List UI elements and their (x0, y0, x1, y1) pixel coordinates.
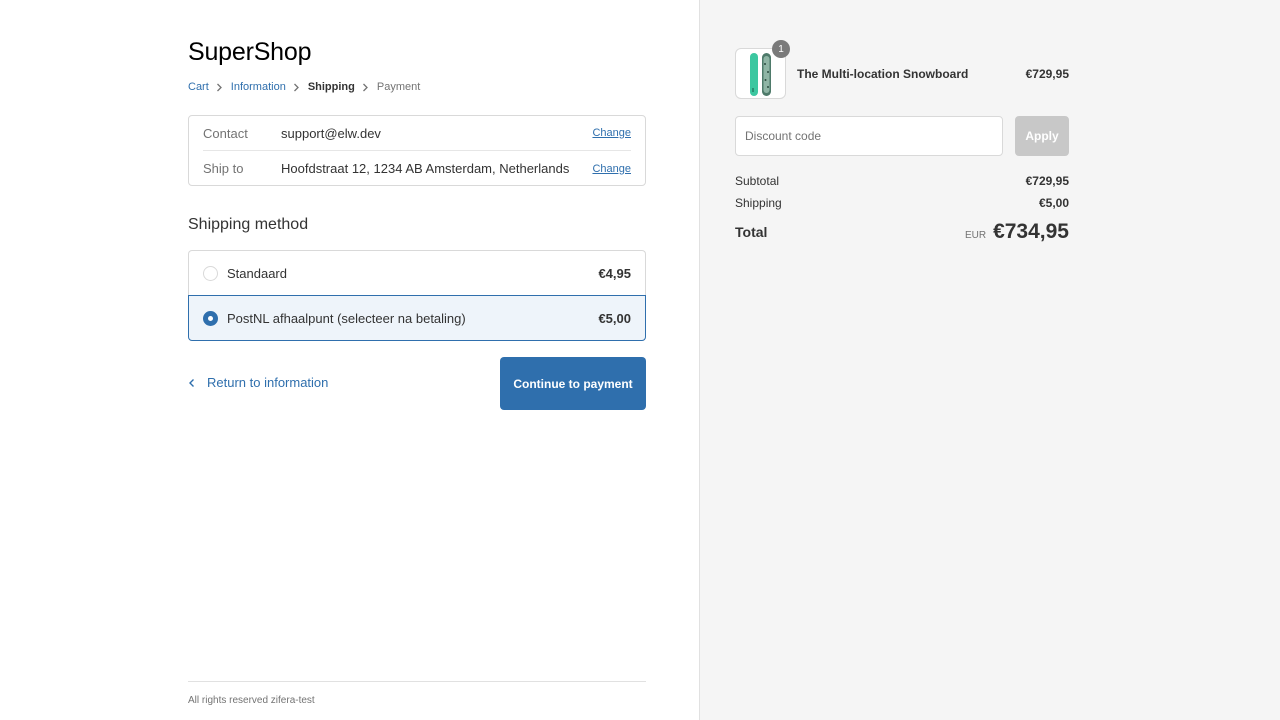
breadcrumb-information[interactable]: Information (231, 81, 286, 93)
chevron-right-icon (209, 83, 231, 92)
footer-text: All rights reserved zifera-test (188, 695, 315, 706)
shipping-methods: Standaard €4,95 PostNL afhaalpunt (selec… (188, 250, 646, 341)
total-label: Total (735, 224, 768, 240)
contact-label: Contact (203, 125, 248, 141)
continue-to-payment-button[interactable]: Continue to payment (500, 357, 646, 410)
shipping-option-price: €4,95 (598, 266, 631, 281)
currency-code: EUR (964, 229, 987, 241)
total-value-group: EUR €734,95 (965, 220, 1069, 244)
radio-button-checked[interactable] (203, 310, 218, 326)
checkout-main: SuperShop Cart Information Shipping Paym… (0, 0, 699, 720)
review-ship-to-row: Ship to Hoofdstraat 12, 1234 AB Amsterda… (203, 151, 631, 186)
shipping-cost-label: Shipping (735, 196, 782, 210)
radio-button[interactable] (203, 266, 218, 281)
change-contact-link[interactable]: Change (592, 127, 631, 139)
shipping-option-label: Standaard (227, 266, 287, 281)
chevron-right-icon (355, 83, 377, 92)
shipping-option-postnl[interactable]: PostNL afhaalpunt (selecteer na betaling… (188, 295, 646, 341)
contact-value: support@elw.dev (281, 125, 381, 141)
order-summary-sidebar (699, 0, 1280, 720)
product-price: €729,95 (1025, 66, 1069, 81)
shipping-option-standaard[interactable]: Standaard €4,95 (188, 250, 646, 296)
footer-divider (188, 681, 646, 682)
shipping-method-title: Shipping method (188, 216, 309, 233)
shipping-row: Shipping €5,00 (735, 196, 1069, 210)
product-name: The Multi-location Snowboard (797, 66, 969, 81)
review-block: Contact support@elw.dev Change Ship to H… (188, 115, 646, 186)
shipping-option-price: €5,00 (598, 310, 631, 326)
breadcrumb-cart[interactable]: Cart (188, 81, 209, 93)
ship-to-value: Hoofdstraat 12, 1234 AB Amsterdam, Nethe… (281, 161, 570, 176)
breadcrumb-shipping: Shipping (307, 81, 355, 93)
product-thumbnail: 1 (735, 40, 790, 99)
change-ship-to-link[interactable]: Change (592, 163, 631, 175)
review-contact-row: Contact support@elw.dev Change (203, 116, 631, 151)
discount-code-input[interactable] (735, 116, 1003, 156)
return-to-information-link[interactable]: Return to information (188, 375, 328, 390)
snowboard-image-icon (750, 53, 771, 96)
chevron-right-icon (286, 83, 308, 92)
breadcrumb: Cart Information Shipping Payment (188, 80, 420, 94)
shipping-cost-value: €5,00 (1038, 196, 1069, 210)
total-amount: €734,95 (993, 220, 1069, 243)
ship-to-label: Ship to (203, 161, 244, 176)
breadcrumb-payment: Payment (376, 81, 421, 93)
shop-logo[interactable]: SuperShop (188, 38, 312, 67)
subtotal-label: Subtotal (735, 174, 780, 188)
return-label: Return to information (207, 375, 329, 390)
apply-discount-button[interactable]: Apply (1015, 116, 1069, 156)
chevron-left-icon (189, 378, 194, 387)
subtotal-value: €729,95 (1025, 174, 1069, 188)
subtotal-row: Subtotal €729,95 (735, 174, 1069, 188)
product-line-item: 1 The Multi-location Snowboard €729,95 (735, 40, 1069, 99)
total-row: Total EUR €734,95 (735, 220, 1069, 244)
quantity-badge: 1 (772, 40, 790, 58)
shipping-option-label: PostNL afhaalpunt (selecteer na betaling… (227, 310, 466, 326)
